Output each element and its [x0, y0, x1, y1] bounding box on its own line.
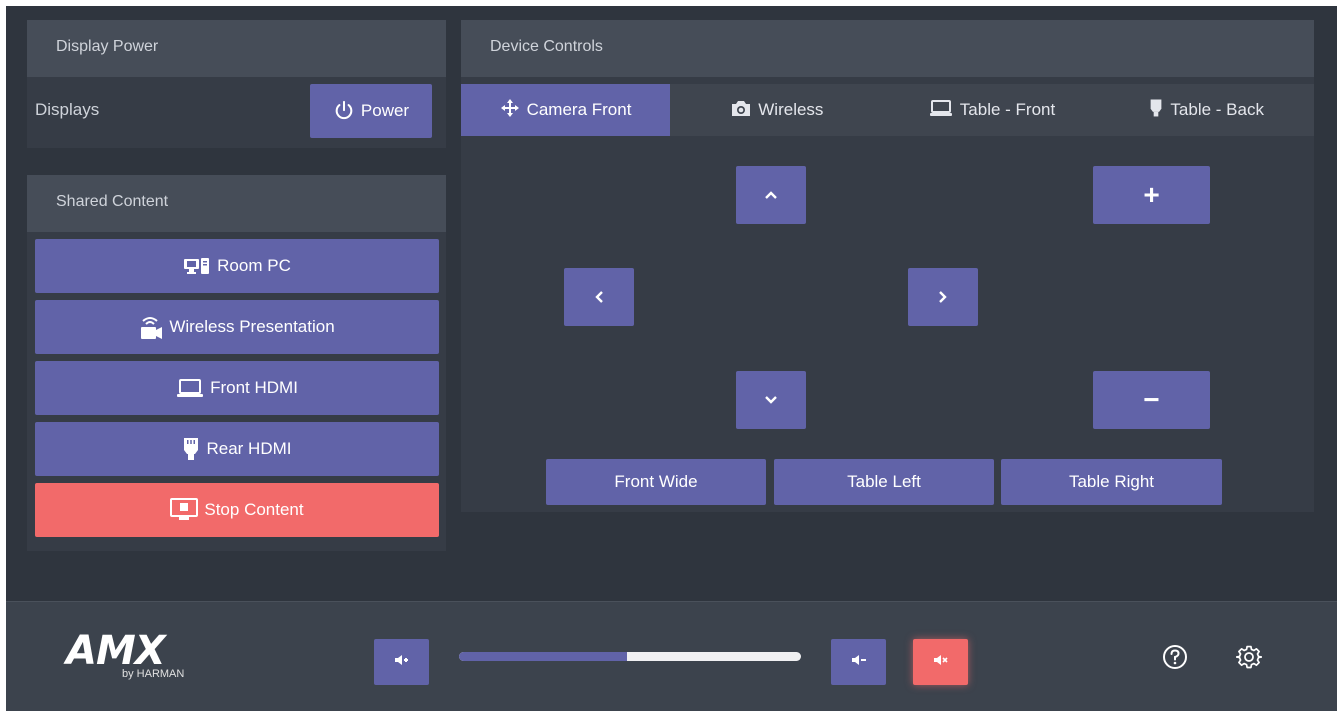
chevron-right-icon [938, 290, 948, 304]
display-power-panel: Display Power Displays Power [27, 20, 446, 148]
device-controls-panel: Device Controls Camera Front Wireless Ta… [461, 20, 1314, 512]
tab-label: Table - Back [1170, 100, 1264, 119]
laptop-icon [929, 99, 953, 122]
tab-label: Table - Front [959, 100, 1056, 119]
tab-wireless[interactable]: Wireless [670, 84, 885, 136]
tab-camera-front[interactable]: Camera Front [461, 84, 670, 136]
zoom-in-button[interactable]: + [1093, 166, 1210, 224]
preset-table-right-button[interactable]: Table Right [1001, 459, 1222, 505]
logo-main: AMX [66, 628, 166, 674]
volume-down-icon [394, 653, 410, 671]
source-label: Front HDMI [210, 378, 298, 397]
volume-down-button[interactable] [374, 639, 429, 685]
plus-icon: + [1143, 179, 1160, 210]
pan-down-button[interactable] [736, 371, 806, 429]
app-window: Display Power Displays Power Shared Cont… [6, 6, 1337, 711]
hdmi-plug-icon [1149, 98, 1163, 123]
screen-stop-icon [170, 498, 199, 522]
volume-slider[interactable] [459, 652, 801, 661]
laptop-icon [176, 378, 204, 398]
wireless-presentation-icon [139, 314, 163, 340]
chevron-up-icon [764, 190, 778, 200]
camera-icon [731, 99, 751, 122]
power-button-label: Power [360, 101, 410, 120]
amx-logo: AMX by HARMAN [66, 628, 206, 682]
move-arrows-icon [500, 98, 520, 123]
desktop-pc-icon [183, 257, 211, 275]
tab-table-back[interactable]: Table - Back [1099, 84, 1314, 136]
source-room-pc-button[interactable]: Room PC [35, 239, 439, 293]
shared-content-title: Shared Content [27, 175, 446, 232]
chevron-down-icon [764, 395, 778, 405]
footer-bar: AMX by HARMAN [6, 601, 1337, 711]
zoom-out-button[interactable]: − [1093, 371, 1210, 429]
source-front-hdmi-button[interactable]: Front HDMI [35, 361, 439, 415]
preset-table-left-button[interactable]: Table Left [774, 459, 994, 505]
preset-label: Front Wide [614, 472, 698, 491]
minus-icon: − [1143, 384, 1160, 415]
hdmi-plug-icon [182, 436, 200, 462]
pan-right-button[interactable] [908, 268, 978, 326]
volume-slider-fill [459, 652, 627, 661]
pan-left-button[interactable] [564, 268, 634, 326]
mute-button[interactable] [913, 639, 968, 685]
device-tabs: Camera Front Wireless Table - Front Tabl… [461, 84, 1314, 136]
source-label: Rear HDMI [206, 439, 292, 458]
device-controls-title: Device Controls [461, 20, 1314, 77]
gear-icon[interactable] [1234, 642, 1264, 672]
source-rear-hdmi-button[interactable]: Rear HDMI [35, 422, 439, 476]
preset-label: Table Right [1068, 472, 1155, 491]
help-icon[interactable] [1160, 642, 1190, 672]
displays-label: Displays [35, 100, 100, 119]
source-label: Wireless Presentation [169, 317, 335, 336]
volume-up-button[interactable] [831, 639, 886, 685]
display-power-title: Display Power [27, 20, 446, 77]
chevron-left-icon [594, 290, 604, 304]
preset-label: Table Left [847, 472, 921, 491]
preset-front-wide-button[interactable]: Front Wide [546, 459, 766, 505]
tab-table-front[interactable]: Table - Front [885, 84, 1100, 136]
power-icon [333, 100, 355, 122]
logo-sub: by HARMAN [122, 668, 185, 680]
tab-label: Wireless [758, 100, 824, 119]
pan-up-button[interactable] [736, 166, 806, 224]
volume-up-icon [851, 653, 867, 671]
shared-content-panel: Shared Content Room PC Wireless Presenta… [27, 175, 446, 551]
source-label: Room PC [217, 256, 291, 275]
tab-label: Camera Front [526, 100, 632, 119]
stop-content-button[interactable]: Stop Content [35, 483, 439, 537]
power-button[interactable]: Power [310, 84, 432, 138]
stop-content-label: Stop Content [204, 500, 304, 519]
volume-mute-icon [933, 653, 949, 671]
source-wireless-presentation-button[interactable]: Wireless Presentation [35, 300, 439, 354]
